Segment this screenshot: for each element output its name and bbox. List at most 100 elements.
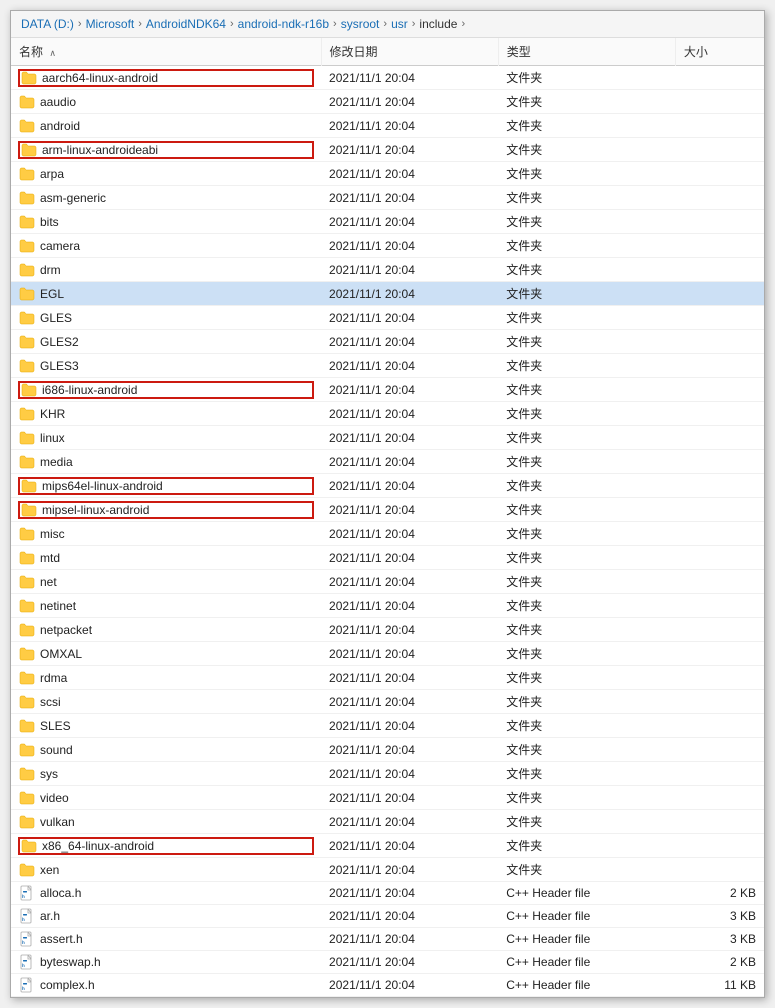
table-row[interactable]: netpacket2021/11/1 20:04文件夹 [11, 618, 764, 642]
folder-icon [19, 119, 35, 133]
col-header-name[interactable]: 名称 ∧ [11, 38, 321, 66]
table-row[interactable]: video2021/11/1 20:04文件夹 [11, 786, 764, 810]
breadcrumb-sysroot[interactable]: sysroot [341, 17, 380, 31]
table-row[interactable]: asm-generic2021/11/1 20:04文件夹 [11, 186, 764, 210]
file-size [675, 66, 764, 90]
file-date: 2021/11/1 20:04 [321, 951, 498, 974]
table-row[interactable]: i686-linux-android2021/11/1 20:04文件夹 [11, 378, 764, 402]
file-date: 2021/11/1 20:04 [321, 426, 498, 450]
file-name-cell-37: h byteswap.h [11, 951, 321, 974]
file-size [675, 258, 764, 282]
breadcrumb-data[interactable]: DATA (D:) [21, 17, 74, 31]
table-row[interactable]: GLES32021/11/1 20:04文件夹 [11, 354, 764, 378]
table-row[interactable]: drm2021/11/1 20:04文件夹 [11, 258, 764, 282]
table-row[interactable]: mtd2021/11/1 20:04文件夹 [11, 546, 764, 570]
file-date: 2021/11/1 20:04 [321, 378, 498, 402]
table-row[interactable]: h alloca.h2021/11/1 20:04C++ Header file… [11, 882, 764, 905]
table-row[interactable]: SLES2021/11/1 20:04文件夹 [11, 714, 764, 738]
table-row[interactable]: media2021/11/1 20:04文件夹 [11, 450, 764, 474]
file-size [675, 786, 764, 810]
table-row[interactable]: mipsel-linux-android2021/11/1 20:04文件夹 [11, 498, 764, 522]
file-size [675, 618, 764, 642]
table-row[interactable]: sys2021/11/1 20:04文件夹 [11, 762, 764, 786]
file-size [675, 762, 764, 786]
file-date: 2021/11/1 20:04 [321, 114, 498, 138]
folder-icon [21, 503, 37, 517]
folder-icon [19, 359, 35, 373]
file-date: 2021/11/1 20:04 [321, 928, 498, 951]
table-row[interactable]: scsi2021/11/1 20:04文件夹 [11, 690, 764, 714]
table-row[interactable]: h assert.h2021/11/1 20:04C++ Header file… [11, 928, 764, 951]
table-row[interactable]: KHR2021/11/1 20:04文件夹 [11, 402, 764, 426]
file-name-cell-1: aaudio [11, 90, 321, 114]
file-size [675, 642, 764, 666]
file-name-label: aaudio [40, 95, 76, 109]
table-row[interactable]: netinet2021/11/1 20:04文件夹 [11, 594, 764, 618]
file-size: 11 KB [675, 974, 764, 997]
file-type: 文件夹 [498, 834, 675, 858]
file-name-label: scsi [40, 695, 61, 709]
svg-text:h: h [22, 894, 25, 899]
table-row[interactable]: mips64el-linux-android2021/11/1 20:04文件夹 [11, 474, 764, 498]
file-date: 2021/11/1 20:04 [321, 234, 498, 258]
table-row[interactable]: android2021/11/1 20:04文件夹 [11, 114, 764, 138]
table-row[interactable]: aaudio2021/11/1 20:04文件夹 [11, 90, 764, 114]
table-row[interactable]: h complex.h2021/11/1 20:04C++ Header fil… [11, 974, 764, 997]
table-row[interactable]: net2021/11/1 20:04文件夹 [11, 570, 764, 594]
file-name-cell-7: camera [11, 234, 321, 258]
file-name-label: asm-generic [40, 191, 106, 205]
table-row[interactable]: EGL2021/11/1 20:04文件夹 [11, 282, 764, 306]
table-row[interactable]: OMXAL2021/11/1 20:04文件夹 [11, 642, 764, 666]
table-row[interactable]: sound2021/11/1 20:04文件夹 [11, 738, 764, 762]
table-row[interactable]: GLES22021/11/1 20:04文件夹 [11, 330, 764, 354]
breadcrumb-microsoft[interactable]: Microsoft [86, 17, 135, 31]
file-date: 2021/11/1 20:04 [321, 474, 498, 498]
file-name-cell-23: netpacket [11, 618, 321, 642]
table-row[interactable]: aarch64-linux-android2021/11/1 20:04文件夹 [11, 66, 764, 90]
file-name-cell-17: mips64el-linux-android [11, 474, 321, 498]
table-row[interactable]: arm-linux-androideabi2021/11/1 20:04文件夹 [11, 138, 764, 162]
breadcrumb-ndk-r16b[interactable]: android-ndk-r16b [238, 17, 329, 31]
svg-text:h: h [22, 986, 25, 991]
file-name-label: rdma [40, 671, 67, 685]
file-type: 文件夹 [498, 714, 675, 738]
table-row[interactable]: misc2021/11/1 20:04文件夹 [11, 522, 764, 546]
breadcrumb-sep-1: › [138, 18, 142, 30]
table-row[interactable]: xen2021/11/1 20:04文件夹 [11, 858, 764, 882]
file-date: 2021/11/1 20:04 [321, 858, 498, 882]
col-header-size[interactable]: 大小 [675, 38, 764, 66]
file-name-cell-16: media [11, 450, 321, 474]
file-size: 3 KB [675, 905, 764, 928]
file-name-label: netinet [40, 599, 76, 613]
file-date: 2021/11/1 20:04 [321, 905, 498, 928]
file-name-label: GLES [40, 311, 72, 325]
col-header-date[interactable]: 修改日期 [321, 38, 498, 66]
file-type: 文件夹 [498, 426, 675, 450]
table-row[interactable]: h byteswap.h2021/11/1 20:04C++ Header fi… [11, 951, 764, 974]
table-row[interactable]: arpa2021/11/1 20:04文件夹 [11, 162, 764, 186]
table-row[interactable]: h ar.h2021/11/1 20:04C++ Header file3 KB [11, 905, 764, 928]
file-name-cell-30: video [11, 786, 321, 810]
table-row[interactable]: rdma2021/11/1 20:04文件夹 [11, 666, 764, 690]
folder-icon [21, 479, 37, 493]
col-header-type[interactable]: 类型 [498, 38, 675, 66]
file-date: 2021/11/1 20:04 [321, 210, 498, 234]
breadcrumb-usr[interactable]: usr [391, 17, 408, 31]
file-name-label: arpa [40, 167, 64, 181]
table-row[interactable]: linux2021/11/1 20:04文件夹 [11, 426, 764, 450]
table-row[interactable]: camera2021/11/1 20:04文件夹 [11, 234, 764, 258]
breadcrumb-ndk64[interactable]: AndroidNDK64 [146, 17, 226, 31]
file-name-cell-0: aarch64-linux-android [11, 66, 321, 90]
file-name-cell-11: GLES2 [11, 330, 321, 354]
file-date: 2021/11/1 20:04 [321, 714, 498, 738]
table-row[interactable]: bits2021/11/1 20:04文件夹 [11, 210, 764, 234]
file-date: 2021/11/1 20:04 [321, 810, 498, 834]
table-row[interactable]: vulkan2021/11/1 20:04文件夹 [11, 810, 764, 834]
table-row[interactable]: x86_64-linux-android2021/11/1 20:04文件夹 [11, 834, 764, 858]
table-row[interactable]: GLES2021/11/1 20:04文件夹 [11, 306, 764, 330]
file-type: 文件夹 [498, 90, 675, 114]
file-date: 2021/11/1 20:04 [321, 974, 498, 997]
file-size [675, 378, 764, 402]
folder-icon [19, 815, 35, 829]
folder-icon [19, 311, 35, 325]
